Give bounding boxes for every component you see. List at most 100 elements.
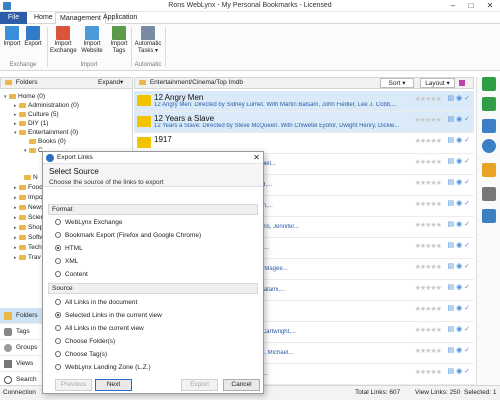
minimize-button[interactable]: – bbox=[444, 0, 462, 12]
close-button[interactable]: ✕ bbox=[481, 0, 499, 12]
row-status-icons[interactable]: ▤ ◉ ✓ bbox=[448, 157, 470, 165]
tree-item-news[interactable]: ▸ News bbox=[14, 204, 44, 211]
import-exchange-button[interactable]: Import Exchange bbox=[50, 26, 77, 55]
rating-stars[interactable]: ★★★★★ bbox=[415, 368, 442, 376]
tree-item-travel[interactable]: ▸ Trav bbox=[14, 254, 41, 261]
tab-application[interactable]: Application bbox=[99, 12, 141, 24]
tree-item-partial[interactable]: N bbox=[24, 174, 38, 181]
tree-item-administration[interactable]: ▸ Administration (0) bbox=[14, 102, 79, 109]
rating-stars[interactable]: ★★★★★ bbox=[415, 221, 442, 229]
tag-icon[interactable] bbox=[482, 187, 496, 201]
radio-button-icon[interactable] bbox=[55, 338, 61, 344]
radio-button-icon[interactable] bbox=[55, 364, 61, 370]
rating-stars[interactable]: ★★★★★ bbox=[415, 95, 442, 103]
lock-icon[interactable] bbox=[482, 209, 496, 223]
source-option[interactable]: Choose Folder(s) bbox=[55, 338, 115, 345]
cancel-button[interactable]: Cancel bbox=[223, 379, 260, 391]
rating-stars[interactable]: ★★★★★ bbox=[415, 179, 442, 187]
radio-button-icon[interactable] bbox=[55, 325, 61, 331]
maximize-button[interactable]: □ bbox=[462, 0, 480, 12]
folder-icon bbox=[19, 112, 26, 117]
next-button[interactable]: Next bbox=[95, 379, 132, 391]
add-link-icon[interactable] bbox=[482, 77, 496, 91]
link-row[interactable]: 12 Years a Slave 12 Years a Slave: Direct… bbox=[134, 112, 474, 133]
radio-button-icon[interactable] bbox=[55, 232, 61, 238]
format-option[interactable]: Content bbox=[55, 271, 88, 278]
rating-stars[interactable]: ★★★★★ bbox=[415, 137, 442, 145]
link-row[interactable]: 12 Angry Men 12 Angry Men: Directed by Si… bbox=[134, 91, 474, 112]
tree-item-food[interactable]: ▸ Food bbox=[14, 184, 43, 191]
link-title[interactable]: 12 Years a Slave bbox=[154, 114, 214, 123]
rating-stars[interactable]: ★★★★★ bbox=[415, 263, 442, 271]
source-option[interactable]: Selected Links in the current view bbox=[55, 312, 162, 319]
source-option[interactable]: Choose Tag(s) bbox=[55, 351, 107, 358]
import-button[interactable]: Import bbox=[3, 26, 21, 48]
link-description: 12 Angry Men: Directed by Sidney Lumet. … bbox=[154, 102, 397, 108]
rating-stars[interactable]: ★★★★★ bbox=[415, 116, 442, 124]
tree-item-shopping[interactable]: ▸ Shop bbox=[14, 224, 43, 231]
source-option[interactable]: WebLynx Landing Zone (L.Z.) bbox=[55, 364, 151, 371]
row-status-icons[interactable]: ▤ ◉ ✓ bbox=[448, 115, 470, 123]
download-icon[interactable] bbox=[482, 97, 496, 111]
tree-item-science[interactable]: ▸ Scien bbox=[14, 214, 44, 221]
import-tags-button[interactable]: Import Tags bbox=[108, 26, 130, 55]
folder-icon bbox=[19, 185, 26, 190]
radio-button-icon[interactable] bbox=[55, 299, 61, 305]
row-status-icons[interactable]: ▤ ◉ ✓ bbox=[448, 199, 470, 207]
radio-button-icon[interactable] bbox=[55, 351, 61, 357]
format-option[interactable]: HTML bbox=[55, 245, 83, 252]
rating-stars[interactable]: ★★★★★ bbox=[415, 200, 442, 208]
previous-button[interactable]: Previous bbox=[55, 379, 92, 391]
format-option[interactable]: XML bbox=[55, 258, 78, 265]
format-option[interactable]: Bookmark Export (Firefox and Google Chro… bbox=[55, 232, 201, 239]
notes-icon[interactable] bbox=[482, 163, 496, 177]
row-status-icons[interactable]: ▤ ◉ ✓ bbox=[448, 94, 470, 102]
row-status-icons[interactable]: ▤ ◉ ✓ bbox=[448, 325, 470, 333]
rating-stars[interactable]: ★★★★★ bbox=[415, 158, 442, 166]
export-button[interactable]: Export bbox=[23, 26, 43, 48]
row-status-icons[interactable]: ▤ ◉ ✓ bbox=[448, 304, 470, 312]
tab-home[interactable]: Home bbox=[30, 12, 57, 24]
link-title[interactable]: 1917 bbox=[154, 135, 172, 144]
rating-stars[interactable]: ★★★★★ bbox=[415, 347, 442, 355]
rating-stars[interactable]: ★★★★★ bbox=[415, 284, 442, 292]
dialog-close-button[interactable]: ✕ bbox=[253, 152, 260, 164]
tree-item-important[interactable]: ▸ Impo bbox=[14, 194, 42, 201]
row-status-icons[interactable]: ▤ ◉ ✓ bbox=[448, 241, 470, 249]
tree-item-books[interactable]: Books (0) bbox=[24, 138, 66, 145]
row-status-icons[interactable]: ▤ ◉ ✓ bbox=[448, 136, 470, 144]
globe-icon[interactable] bbox=[482, 139, 496, 153]
tree-item-cinema[interactable]: ▾ C bbox=[24, 147, 43, 154]
radio-button-icon[interactable] bbox=[55, 271, 61, 277]
exchange-group-label: Exchange bbox=[9, 62, 37, 68]
row-status-icons[interactable]: ▤ ◉ ✓ bbox=[448, 262, 470, 270]
tree-item-culture[interactable]: ▸ Culture (5) bbox=[14, 111, 59, 118]
tree-item-entertainment[interactable]: ▾ Entertainment (0) bbox=[14, 129, 78, 136]
row-status-icons[interactable]: ▤ ◉ ✓ bbox=[448, 367, 470, 375]
automatic-tasks-button[interactable]: Automatic Tasks ▾ bbox=[133, 26, 163, 55]
row-status-icons[interactable]: ▤ ◉ ✓ bbox=[448, 283, 470, 291]
grid-icon[interactable] bbox=[482, 119, 496, 133]
rating-stars[interactable]: ★★★★★ bbox=[415, 242, 442, 250]
source-option[interactable]: All Links in the document bbox=[55, 299, 137, 306]
import-website-button[interactable]: Import Website bbox=[80, 26, 104, 55]
export-button[interactable]: Export bbox=[181, 379, 218, 391]
tree-item-diy[interactable]: ▸ DIY (1) bbox=[14, 120, 48, 127]
source-option[interactable]: All Links in the current view bbox=[55, 325, 144, 332]
radio-button-icon[interactable] bbox=[55, 258, 61, 264]
row-status-icons[interactable]: ▤ ◉ ✓ bbox=[448, 178, 470, 186]
radio-button-icon[interactable] bbox=[55, 245, 61, 251]
rating-stars[interactable]: ★★★★★ bbox=[415, 326, 442, 334]
link-title[interactable]: 12 Angry Men bbox=[154, 93, 203, 102]
tab-file[interactable]: File bbox=[0, 12, 27, 24]
format-option[interactable]: WebLynx Exchange bbox=[55, 219, 122, 226]
radio-button-icon[interactable] bbox=[55, 312, 61, 318]
tree-item-software[interactable]: ▸ Softw bbox=[14, 234, 44, 241]
ribbon: Import Export Exchange Import Exchange I… bbox=[0, 24, 500, 71]
tree-item-home[interactable]: ▾ Home (0) bbox=[4, 93, 45, 100]
tree-item-technology[interactable]: ▸ Techn bbox=[14, 244, 45, 251]
row-status-icons[interactable]: ▤ ◉ ✓ bbox=[448, 220, 470, 228]
row-status-icons[interactable]: ▤ ◉ ✓ bbox=[448, 346, 470, 354]
radio-button-icon[interactable] bbox=[55, 219, 61, 225]
rating-stars[interactable]: ★★★★★ bbox=[415, 305, 442, 313]
